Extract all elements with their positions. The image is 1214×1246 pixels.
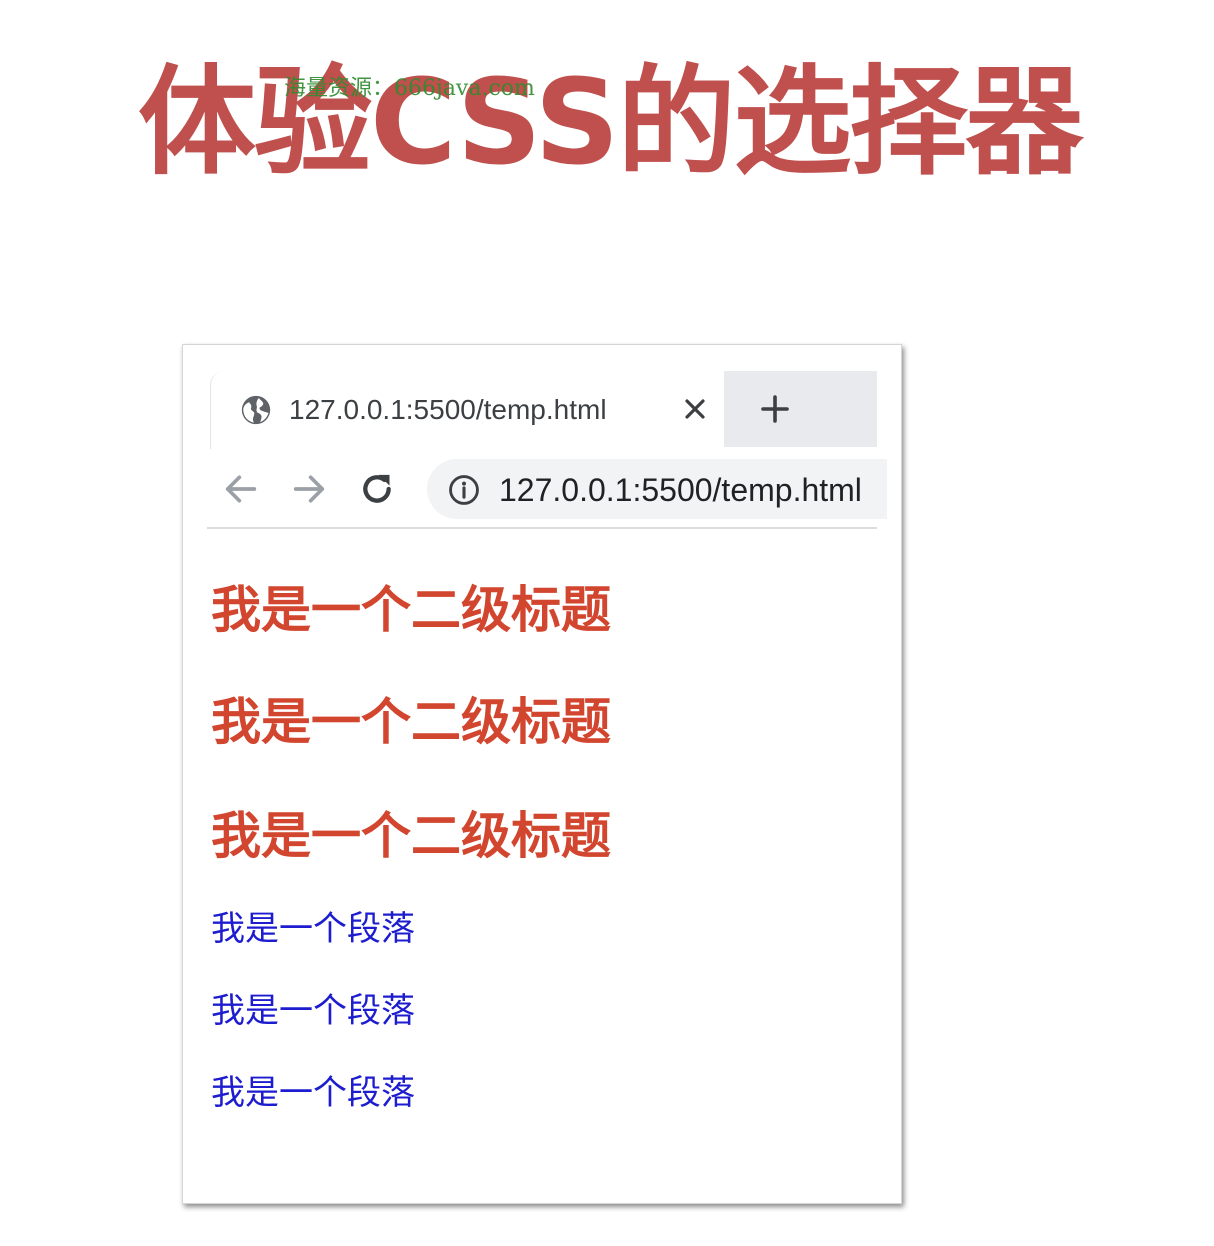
browser-tab[interactable]: 127.0.0.1:5500/temp.html — [210, 371, 724, 449]
close-icon[interactable] — [679, 393, 711, 425]
reload-icon[interactable] — [357, 469, 397, 509]
plus-icon[interactable] — [757, 391, 793, 427]
page-content: 我是一个二级标题 我是一个二级标题 我是一个二级标题 我是一个段落 我是一个段落… — [211, 531, 871, 1117]
watermark: 海量资源：666java.com — [284, 76, 535, 101]
heading-2: 我是一个二级标题 — [211, 581, 611, 639]
arrow-left-icon[interactable] — [221, 469, 261, 509]
heading-list: 我是一个二级标题 我是一个二级标题 我是一个二级标题 — [211, 527, 871, 867]
paragraph-list: 我是一个段落 我是一个段落 我是一个段落 — [211, 875, 871, 1121]
heading-2: 我是一个二级标题 — [211, 693, 611, 751]
address-bar[interactable]: 127.0.0.1:5500/temp.html — [427, 459, 887, 519]
arrow-right-icon[interactable] — [289, 469, 329, 509]
info-icon[interactable] — [447, 473, 481, 507]
globe-icon — [241, 395, 271, 425]
paragraph: 我是一个段落 — [211, 909, 415, 949]
tab-strip: 127.0.0.1:5500/temp.html — [207, 371, 877, 449]
heading-2: 我是一个二级标题 — [211, 807, 611, 865]
browser-window: 127.0.0.1:5500/temp.html 127.0.0.1:5500/… — [182, 344, 902, 1204]
browser-toolbar: 127.0.0.1:5500/temp.html — [207, 449, 887, 529]
tab-strip-background — [724, 371, 877, 447]
paragraph: 我是一个段落 — [211, 991, 415, 1031]
slide: 体验CSS的选择器 海量资源：666java.com 127.0.0.1:550… — [0, 0, 1214, 1246]
slide-title: 体验CSS的选择器 — [138, 53, 1083, 191]
tab-title: 127.0.0.1:5500/temp.html — [289, 394, 607, 425]
url-text: 127.0.0.1:5500/temp.html — [499, 472, 862, 508]
paragraph: 我是一个段落 — [211, 1073, 415, 1113]
